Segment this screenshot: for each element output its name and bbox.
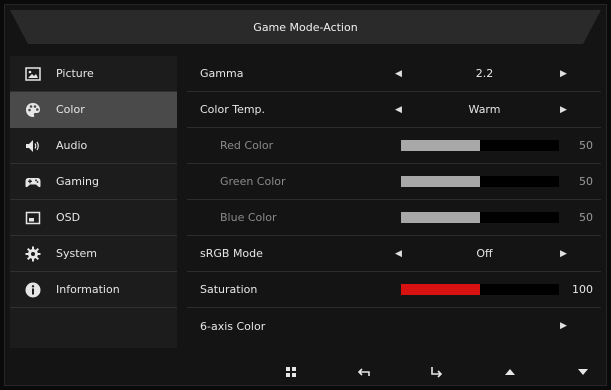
- green-color-row[interactable]: Green Color 50: [187, 164, 601, 200]
- up-icon[interactable]: [500, 362, 520, 382]
- settings-panel: Gamma ◀ 2.2 ▶ Color Temp. ◀ Warm ▶ Red C…: [187, 56, 601, 348]
- gamepad-icon: [24, 173, 42, 191]
- info-icon: [24, 281, 42, 299]
- green-color-label: Green Color: [220, 175, 286, 188]
- speaker-icon: [24, 137, 42, 155]
- sidebar-item-audio[interactable]: Audio: [10, 128, 177, 164]
- sidebar-item-gaming[interactable]: Gaming: [10, 164, 177, 200]
- srgb-mode-row[interactable]: sRGB Mode ◀ Off ▶: [187, 236, 601, 272]
- right-arrow-icon[interactable]: ▶: [560, 69, 567, 79]
- right-arrow-icon[interactable]: ▶: [560, 105, 567, 115]
- red-color-slider[interactable]: [401, 140, 559, 151]
- sidebar: Picture Color Audio Gaming OSD System In…: [10, 56, 177, 348]
- saturation-row[interactable]: Saturation 100: [187, 272, 601, 308]
- green-color-slider[interactable]: [401, 176, 559, 187]
- sidebar-item-label: System: [56, 247, 98, 260]
- green-color-value: 50: [579, 175, 593, 188]
- color-temp-row[interactable]: Color Temp. ◀ Warm ▶: [187, 92, 601, 128]
- gamma-value: 2.2: [475, 67, 494, 80]
- saturation-label: Saturation: [200, 283, 258, 296]
- color-temp-value: Warm: [468, 103, 501, 116]
- button-guide-bar: [10, 358, 601, 386]
- left-arrow-icon[interactable]: ◀: [395, 69, 402, 79]
- sidebar-item-color[interactable]: Color: [10, 92, 177, 128]
- saturation-value: 100: [572, 283, 593, 296]
- picture-icon: [24, 65, 42, 83]
- red-color-label: Red Color: [220, 139, 274, 152]
- six-axis-color-row[interactable]: 6-axis Color ▶: [187, 308, 601, 344]
- color-temp-label: Color Temp.: [200, 103, 266, 116]
- sidebar-item-label: OSD: [56, 211, 81, 224]
- red-color-value: 50: [579, 139, 593, 152]
- six-axis-color-label: 6-axis Color: [200, 319, 266, 333]
- srgb-mode-value: Off: [476, 247, 493, 260]
- page-title: Game Mode-Action: [253, 20, 358, 34]
- srgb-mode-label: sRGB Mode: [200, 247, 263, 260]
- blue-color-value: 50: [579, 211, 593, 224]
- left-arrow-icon[interactable]: ◀: [395, 249, 402, 259]
- blue-color-row[interactable]: Blue Color 50: [187, 200, 601, 236]
- osd-icon: [24, 209, 42, 227]
- sidebar-item-system[interactable]: System: [10, 236, 177, 272]
- menu-grid-icon[interactable]: [281, 362, 301, 382]
- sidebar-item-information[interactable]: Information: [10, 272, 177, 308]
- sidebar-item-osd[interactable]: OSD: [10, 200, 177, 236]
- gamma-label: Gamma: [200, 67, 244, 80]
- sidebar-item-label: Color: [56, 103, 85, 116]
- gear-icon: [24, 245, 42, 263]
- saturation-slider[interactable]: [401, 284, 559, 295]
- palette-icon: [24, 101, 42, 119]
- sidebar-item-label: Audio: [56, 139, 88, 152]
- blue-color-slider[interactable]: [401, 212, 559, 223]
- left-arrow-icon[interactable]: ◀: [395, 105, 402, 115]
- gamma-row[interactable]: Gamma ◀ 2.2 ▶: [187, 56, 601, 92]
- sidebar-item-label: Gaming: [56, 175, 99, 188]
- down-icon[interactable]: [573, 362, 593, 382]
- sidebar-item-label: Information: [56, 283, 120, 296]
- back-icon[interactable]: [354, 362, 374, 382]
- sidebar-item-picture[interactable]: Picture: [10, 56, 177, 92]
- blue-color-label: Blue Color: [220, 211, 277, 224]
- title-bar: Game Mode-Action: [10, 10, 601, 44]
- right-arrow-icon[interactable]: ▶: [560, 321, 567, 331]
- sidebar-item-label: Picture: [56, 67, 94, 80]
- right-arrow-icon[interactable]: ▶: [560, 249, 567, 259]
- red-color-row[interactable]: Red Color 50: [187, 128, 601, 164]
- enter-icon[interactable]: [426, 362, 446, 382]
